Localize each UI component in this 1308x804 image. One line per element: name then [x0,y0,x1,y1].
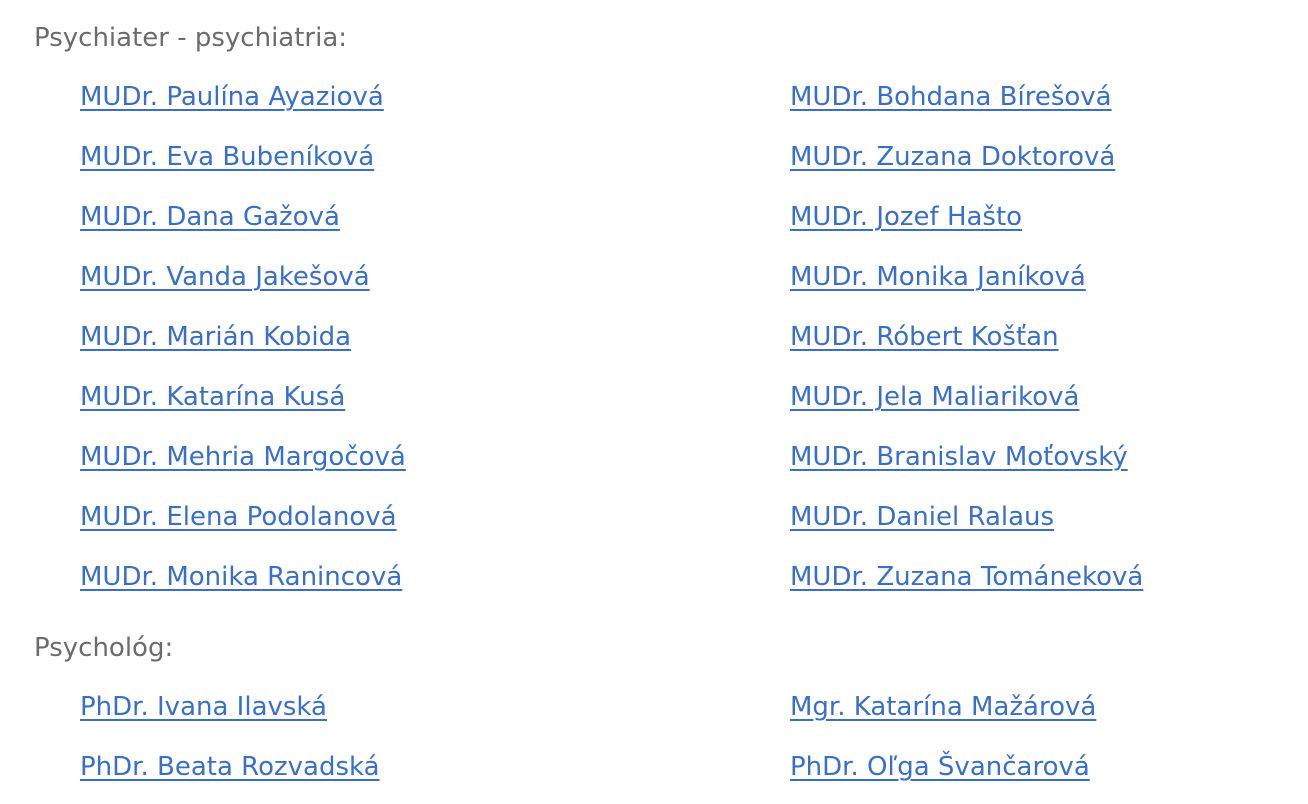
list-item: MUDr. Zuzana Tománeková [790,560,1280,620]
doctor-link[interactable]: MUDr. Mehria Margočová [80,442,406,472]
list-item: MUDr. Branislav Moťovský [790,440,1280,500]
doctor-link[interactable]: MUDr. Róbert Košťan [790,322,1059,352]
list-item: MUDr. Jozef Hašto [790,200,1280,260]
list-item: MUDr. Róbert Košťan [790,320,1280,380]
doctor-link[interactable]: MUDr. Vanda Jakešová [80,262,370,292]
list-item: MUDr. Bohdana Bírešová [790,80,1280,140]
list-item: MUDr. Marián Kobida [80,320,790,380]
list-item: PhDr. Beata Rozvadská [80,750,790,804]
doctor-link[interactable]: MUDr. Monika Janíková [790,262,1086,292]
list-item: MUDr. Daniel Ralaus [790,500,1280,560]
list-item: MUDr. Monika Janíková [790,260,1280,320]
doctor-link[interactable]: MUDr. Bohdana Bírešová [790,82,1112,112]
list-item: MUDr. Mehria Margočová [80,440,790,500]
doctor-link[interactable]: MUDr. Dana Gažová [80,202,340,232]
doctor-list-psychiatry: MUDr. Paulína Ayaziová MUDr. Bohdana Bíre… [80,80,1280,620]
list-item: MUDr. Zuzana Doktorová [790,140,1280,200]
list-item: PhDr. Oľga Švančarová [790,750,1280,804]
doctor-link[interactable]: MUDr. Jozef Hašto [790,202,1022,232]
doctor-link[interactable]: PhDr. Beata Rozvadská [80,752,380,782]
list-item: MUDr. Monika Ranincová [80,560,790,620]
section-heading-psychology: Psychológ: [34,633,174,663]
list-item: MUDr. Dana Gažová [80,200,790,260]
doctor-link[interactable]: MUDr. Elena Podolanová [80,502,397,532]
list-item: Mgr. Katarína Mažárová [790,690,1280,750]
list-item: MUDr. Eva Bubeníková [80,140,790,200]
doctor-link[interactable]: MUDr. Branislav Moťovský [790,442,1128,472]
doctor-link[interactable]: MUDr. Jela Maliariková [790,382,1079,412]
doctor-link[interactable]: MUDr. Katarína Kusá [80,382,345,412]
doctor-list-psychology: PhDr. Ivana Ilavská Mgr. Katarína Mažárov… [80,690,1280,804]
list-item: MUDr. Paulína Ayaziová [80,80,790,140]
doctor-link[interactable]: MUDr. Marián Kobida [80,322,351,352]
doctor-link[interactable]: Mgr. Katarína Mažárová [790,692,1096,722]
list-item: PhDr. Ivana Ilavská [80,690,790,750]
list-item: MUDr. Katarína Kusá [80,380,790,440]
doctor-link[interactable]: PhDr. Ivana Ilavská [80,692,327,722]
doctor-link[interactable]: MUDr. Zuzana Doktorová [790,142,1115,172]
doctor-link[interactable]: MUDr. Zuzana Tománeková [790,562,1143,592]
doctor-link[interactable]: MUDr. Paulína Ayaziová [80,82,384,112]
doctor-link[interactable]: MUDr. Eva Bubeníková [80,142,374,172]
doctor-link[interactable]: PhDr. Oľga Švančarová [790,752,1090,782]
doctor-link[interactable]: MUDr. Monika Ranincová [80,562,402,592]
list-item: MUDr. Elena Podolanová [80,500,790,560]
doctor-link[interactable]: MUDr. Daniel Ralaus [790,502,1054,532]
list-item: MUDr. Jela Maliariková [790,380,1280,440]
list-item: MUDr. Vanda Jakešová [80,260,790,320]
section-heading-psychiatry: Psychiater - psychiatria: [34,23,348,53]
